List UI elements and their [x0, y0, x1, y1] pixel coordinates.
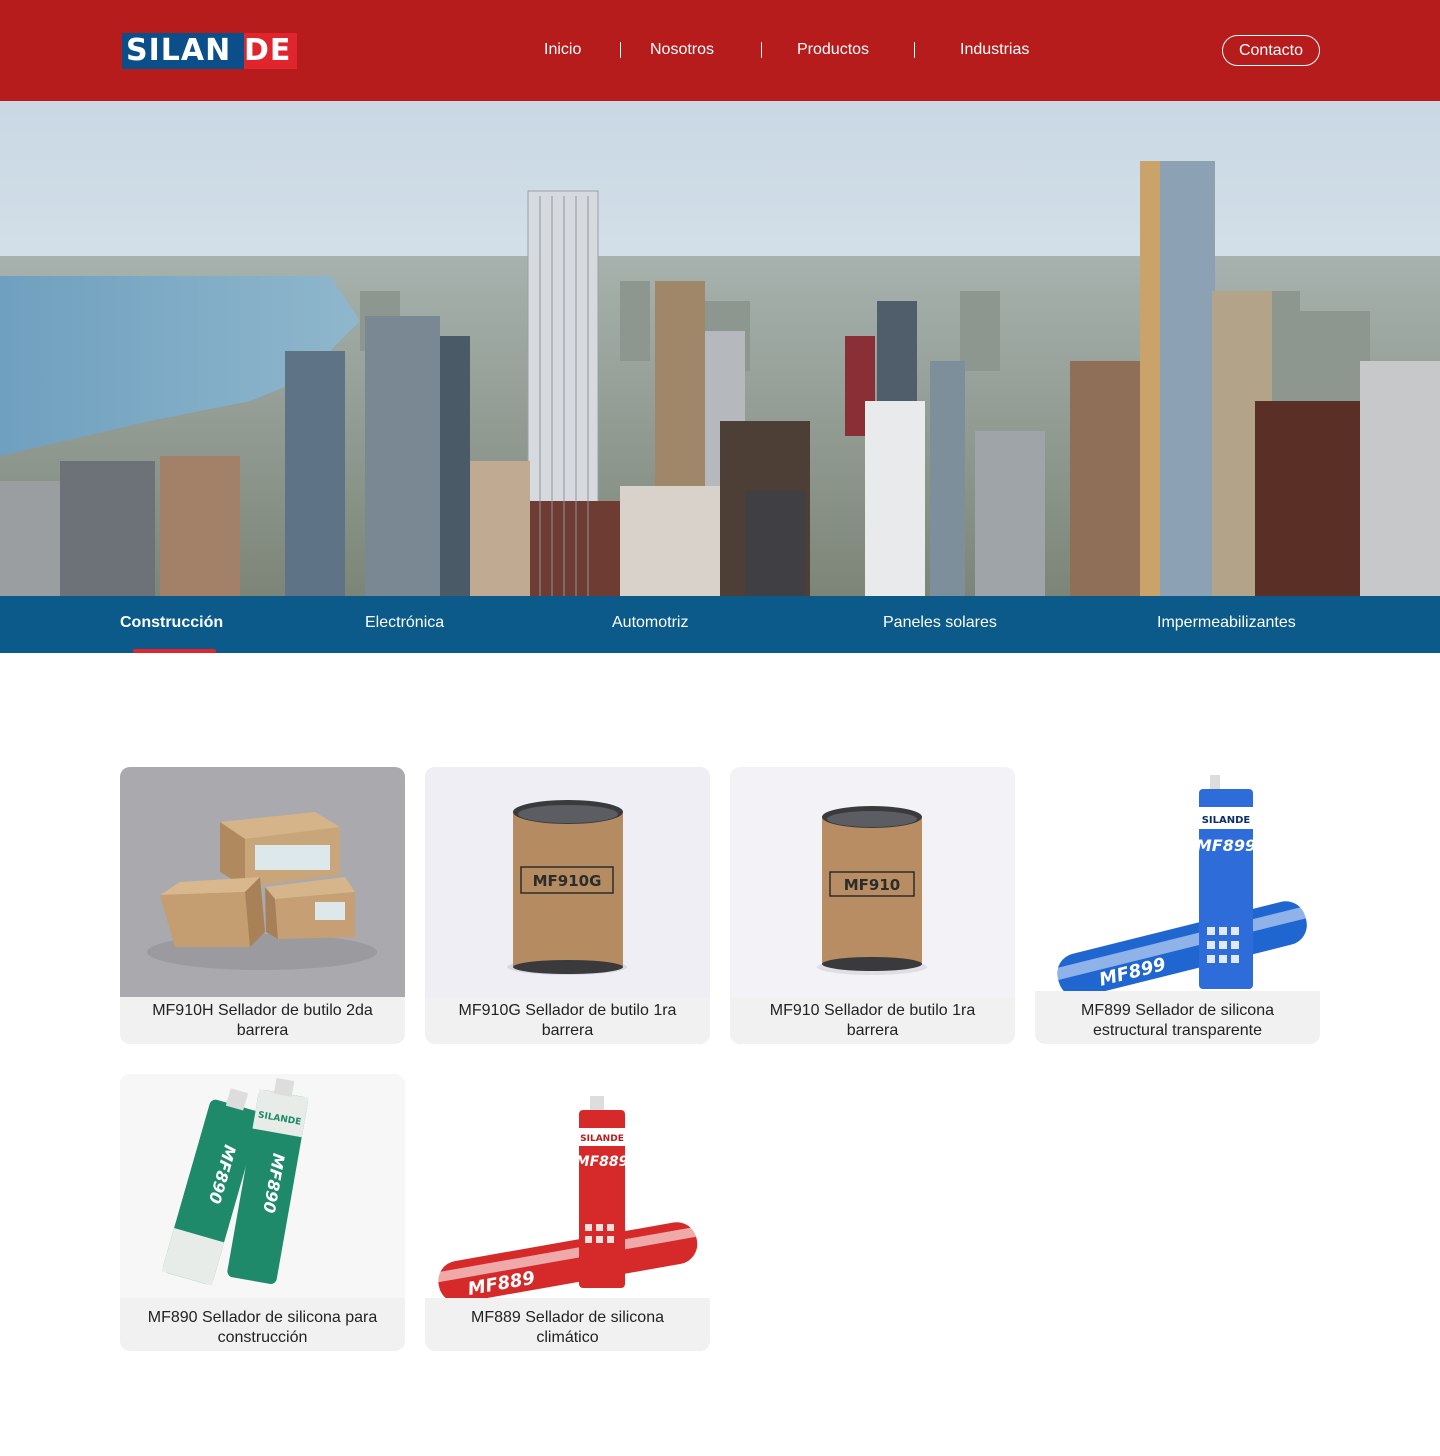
- product-card[interactable]: MF910G MF910G Sellador de butilo 1ra bar…: [425, 767, 710, 1044]
- product-image-mf890: MF890 SILANDE MF890: [120, 1074, 405, 1298]
- industry-tabs: Construcción Electrónica Automotriz Pane…: [0, 596, 1440, 653]
- nav-separator: [761, 42, 762, 58]
- contact-button[interactable]: Contacto: [1222, 35, 1320, 66]
- tab-automotriz[interactable]: Automotriz: [612, 613, 688, 633]
- product-image-mf889: MF889 SILANDE MF889: [425, 1074, 710, 1303]
- active-tab-indicator: [133, 649, 216, 653]
- nav-separator: [914, 42, 915, 58]
- tube-brand-silande: SILANDE: [1202, 815, 1251, 826]
- product-card[interactable]: MF889 SILANDE MF889 MF889 Sellador de si…: [425, 1074, 710, 1351]
- product-image-mf910h: [120, 767, 405, 997]
- product-image-mf910: MF910: [730, 767, 1015, 997]
- silande-logo[interactable]: SILAN DE: [122, 33, 297, 69]
- tab-electronica[interactable]: Electrónica: [365, 613, 444, 633]
- product-card[interactable]: MF899 SILANDE MF899 MF899 Sellador de si…: [1035, 767, 1320, 1044]
- tube-label-mf889: MF889: [576, 1154, 629, 1170]
- product-card[interactable]: MF910H Sellador de butilo 2da barrera: [120, 767, 405, 1044]
- logo-part-silan: SILAN: [122, 33, 244, 69]
- nav-productos[interactable]: Productos: [797, 40, 869, 60]
- product-caption[interactable]: MF890 Sellador de silicona para construc…: [120, 1302, 405, 1351]
- product-card[interactable]: MF890 SILANDE MF890 MF890 Sellador de si…: [120, 1074, 405, 1351]
- tube-label-mf899: MF899: [1196, 836, 1256, 855]
- product-caption[interactable]: MF889 Sellador de silicona climático: [425, 1302, 710, 1351]
- nav-inicio[interactable]: Inicio: [544, 40, 581, 60]
- logo-part-de: DE: [244, 33, 297, 69]
- tab-impermeabilizantes[interactable]: Impermeabilizantes: [1157, 613, 1296, 633]
- product-caption[interactable]: MF899 Sellador de silicona estructural t…: [1035, 995, 1320, 1044]
- tab-paneles-solares[interactable]: Paneles solares: [883, 613, 997, 633]
- drum-label-mf910: MF910: [844, 876, 900, 894]
- product-caption[interactable]: MF910H Sellador de butilo 2da barrera: [120, 999, 405, 1044]
- nav-nosotros[interactable]: Nosotros: [650, 40, 714, 60]
- tab-construccion[interactable]: Construcción: [120, 613, 223, 633]
- product-caption[interactable]: MF910G Sellador de butilo 1ra barrera: [425, 999, 710, 1044]
- drum-label-mf910g: MF910G: [533, 872, 602, 890]
- product-card[interactable]: MF910 MF910 Sellador de butilo 1ra barre…: [730, 767, 1015, 1044]
- tube-brand-silande: SILANDE: [580, 1134, 624, 1144]
- product-image-mf910g: MF910G: [425, 767, 710, 997]
- nav-industrias[interactable]: Industrias: [960, 40, 1029, 60]
- product-caption[interactable]: MF910 Sellador de butilo 1ra barrera: [730, 999, 1015, 1044]
- product-image-mf899: MF899 SILANDE MF899: [1035, 767, 1320, 998]
- nav-separator: [620, 42, 621, 58]
- hero-skyline-image: [0, 101, 1440, 596]
- site-header: SILAN DE Inicio Nosotros Productos Indus…: [0, 0, 1440, 101]
